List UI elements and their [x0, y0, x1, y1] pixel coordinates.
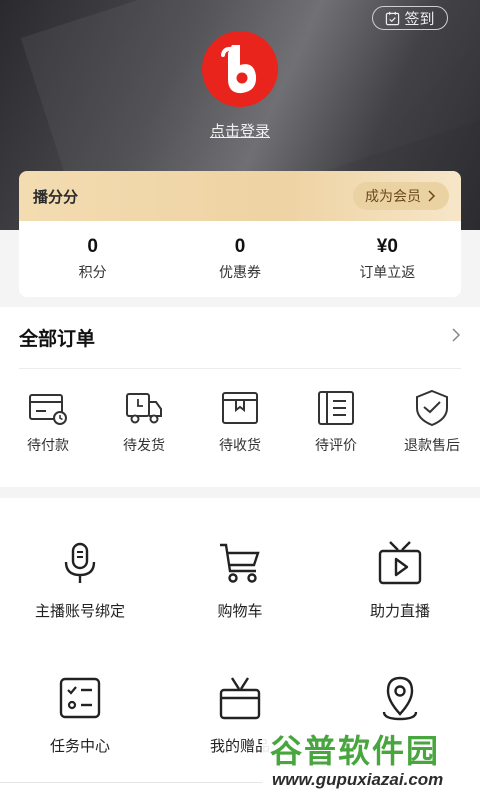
- order-pending-receipt[interactable]: 待收货: [192, 387, 288, 455]
- stat-value: 0: [87, 236, 98, 257]
- stat-coupons[interactable]: 0 优惠券: [166, 221, 313, 297]
- service-cart[interactable]: 购物车: [160, 538, 320, 621]
- bottom-tab-bar: [0, 782, 262, 800]
- service-label: 主播账号绑定: [34, 603, 125, 620]
- order-label: 退款售后: [404, 437, 460, 453]
- watermark: 谷普软件园 www.gupuxiazai.com: [262, 722, 480, 800]
- order-pending-shipment[interactable]: 待发货: [96, 387, 192, 455]
- brand-b-logo-icon: [221, 45, 257, 94]
- stat-points[interactable]: 0 积分: [19, 221, 166, 297]
- orders-title: 全部订单: [19, 329, 96, 350]
- account-stats: 0 积分 0 优惠券 ¥0 订单立返: [19, 221, 461, 297]
- truck-icon: [126, 393, 162, 424]
- become-member-button[interactable]: 成为会员: [353, 182, 449, 210]
- order-label: 待发货: [123, 437, 165, 453]
- chevron-right-icon: [452, 328, 461, 342]
- live-tv-icon: [378, 541, 422, 585]
- order-pending-review[interactable]: 待评价: [288, 387, 384, 455]
- order-pending-payment[interactable]: 待付款: [0, 387, 96, 455]
- member-banner: 播分分 成为会员: [19, 171, 461, 221]
- service-live-boost[interactable]: 助力直播: [320, 538, 480, 621]
- gift-icon: [219, 677, 261, 720]
- order-status-row: 待付款 待发货 待收货 待评价 退款售后: [0, 387, 480, 455]
- watermark-title: 谷普软件园: [270, 733, 441, 769]
- card-clock-icon: [29, 394, 67, 425]
- stat-value: 0: [234, 236, 246, 257]
- task-list-icon: [59, 677, 101, 719]
- service-label: 助力直播: [369, 603, 430, 620]
- order-label: 待评价: [315, 437, 357, 453]
- stat-label: 优惠券: [218, 264, 261, 280]
- order-refund-aftersales[interactable]: 退款售后: [384, 387, 480, 455]
- stat-label: 积分: [78, 264, 107, 280]
- service-task-center[interactable]: 任务中心: [0, 673, 160, 756]
- service-anchor-binding[interactable]: 主播账号绑定: [0, 538, 160, 621]
- microphone-icon: [64, 542, 96, 583]
- order-label: 待收货: [219, 437, 261, 453]
- service-label: 我的赠品: [209, 738, 270, 755]
- checkin-label: 签到: [404, 10, 435, 28]
- cart-icon: [220, 543, 260, 583]
- orders-arrow: [451, 327, 461, 348]
- calendar-check-icon: [386, 11, 400, 25]
- service-label: 购物车: [217, 603, 263, 620]
- member-title: 播分分: [33, 188, 79, 206]
- chevron-right-icon: [428, 190, 436, 202]
- stat-value: ¥0: [376, 236, 398, 257]
- orders-section: 全部订单 待付款 待发货 待收货 待评价 退款售后: [0, 307, 480, 487]
- app-logo[interactable]: [202, 31, 278, 107]
- checkin-button[interactable]: 签到: [372, 6, 448, 30]
- box-icon: [222, 392, 258, 424]
- watermark-url: www.gupuxiazai.com: [272, 770, 444, 789]
- stat-label: 订单立返: [359, 264, 416, 280]
- order-label: 待付款: [27, 437, 69, 453]
- review-icon: [318, 391, 354, 425]
- login-link[interactable]: 点击登录: [0, 120, 480, 141]
- become-member-label: 成为会员: [365, 188, 421, 204]
- shield-check-icon: [416, 389, 448, 427]
- all-orders-row[interactable]: 全部订单: [19, 307, 461, 369]
- location-pin-icon: [382, 676, 418, 721]
- stat-order-cashback[interactable]: ¥0 订单立返: [314, 221, 461, 297]
- service-label: 任务中心: [49, 738, 110, 755]
